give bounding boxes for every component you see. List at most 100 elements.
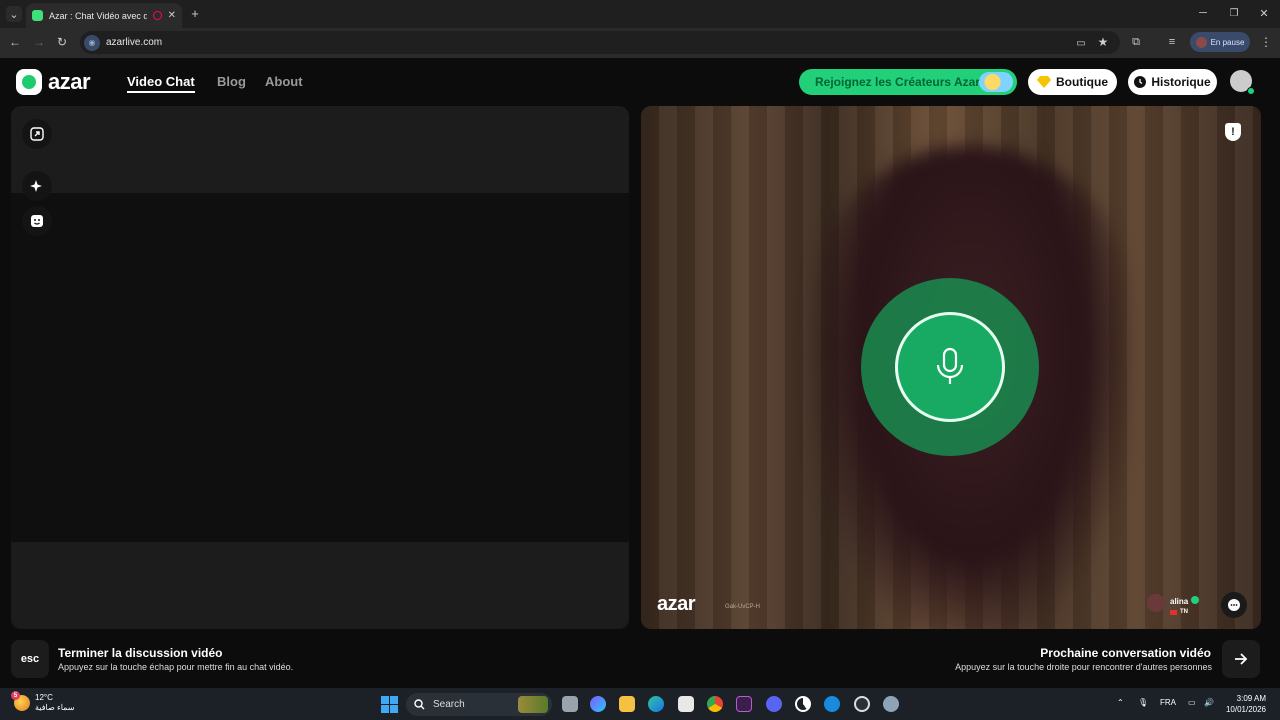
nav-video-chat[interactable]: Video Chat	[127, 74, 195, 93]
taskbar-search[interactable]: Search	[406, 693, 552, 716]
remote-user-chip[interactable]: alina TN	[1147, 591, 1200, 615]
settings-gear-icon[interactable]	[883, 696, 899, 712]
creators-badge-icon	[979, 72, 1013, 92]
esc-key-button[interactable]: esc	[11, 640, 49, 678]
bookmark-star-icon[interactable]: ★	[1096, 35, 1110, 49]
edge-icon[interactable]	[648, 696, 664, 712]
nav-blog[interactable]: Blog	[217, 74, 246, 89]
diamond-icon	[1037, 76, 1051, 88]
new-tab-button[interactable]: +	[188, 6, 202, 21]
user-avatar[interactable]	[1230, 70, 1255, 95]
microphone-icon	[936, 347, 964, 384]
azar-logo-icon	[16, 69, 42, 95]
next-chat-subtitle: Appuyez sur la touche droite pour rencon…	[955, 662, 1212, 672]
remote-user-name: alina	[1170, 597, 1189, 606]
clock-time: 3:09 AM	[1236, 694, 1266, 703]
search-placeholder: Search	[433, 699, 465, 710]
clock-app-icon[interactable]	[795, 696, 811, 712]
remote-user-avatar	[1147, 594, 1165, 612]
mic-indicator	[895, 312, 1005, 422]
chat-bubble-icon	[1228, 599, 1240, 611]
weather-description: سماء صافية	[35, 703, 75, 712]
discord-icon[interactable]	[766, 696, 782, 712]
join-creators-button[interactable]: Rejoignez les Créateurs Azar	[799, 69, 1017, 95]
chrome-icon[interactable]	[707, 696, 723, 712]
report-shield-icon[interactable]: !	[1225, 123, 1241, 141]
shop-button[interactable]: Boutique	[1028, 69, 1117, 95]
volume-icon[interactable]: 🔊	[1204, 698, 1214, 707]
online-status-dot	[1247, 87, 1255, 95]
network-icon[interactable]: ▭	[1188, 698, 1196, 707]
close-tab-icon[interactable]: ✕	[168, 10, 176, 21]
remote-video-panel: ! azar Gak-UvCP-H alina TN	[641, 106, 1261, 629]
azar-favicon-icon	[32, 10, 43, 21]
file-explorer-icon[interactable]	[619, 696, 635, 712]
url-text: azarlive.com	[106, 37, 163, 48]
site-info-icon[interactable]: ◉	[84, 34, 100, 51]
azar-page: azar Video Chat Blog About Rejoignez les…	[0, 58, 1280, 688]
search-icon	[414, 699, 425, 710]
maximize-icon[interactable]: ❐	[1227, 6, 1241, 20]
copilot-icon[interactable]	[590, 696, 606, 712]
browser-toolbar: ← → ↻ ◉ azarlive.com ▭ ★ ⧉ ≡ En pause ⋮	[0, 28, 1280, 58]
reload-icon[interactable]: ↻	[55, 35, 69, 49]
history-label: Historique	[1151, 75, 1211, 89]
browser-app-icon[interactable]	[824, 696, 840, 712]
tray-microphone-icon[interactable]: 🎙	[1138, 698, 1148, 707]
tab-search-icon[interactable]: ⌄	[6, 6, 22, 22]
profile-avatar	[1195, 36, 1207, 48]
verified-badge-icon	[1191, 595, 1200, 604]
task-view-icon[interactable]	[562, 696, 578, 712]
back-icon[interactable]: ←	[8, 35, 22, 49]
self-video-bottom-area	[11, 542, 629, 629]
chat-message-button[interactable]	[1221, 592, 1247, 618]
browser-menu-icon[interactable]: ⋮	[1259, 35, 1273, 49]
system-clock[interactable]: 3:09 AM 10/01/2026	[1222, 693, 1266, 715]
next-chat-title: Prochaine conversation vidéo	[1040, 646, 1211, 660]
close-window-icon[interactable]: ✕	[1257, 6, 1271, 20]
remote-watermark-logo: azar	[657, 593, 696, 615]
end-chat-title: Terminer la discussion vidéo	[58, 646, 223, 660]
minimize-icon[interactable]: ─	[1196, 6, 1210, 20]
clock-icon	[1134, 76, 1147, 88]
next-chat-button[interactable]	[1222, 640, 1260, 678]
clock-date: 10/01/2026	[1225, 705, 1266, 714]
input-language[interactable]: FRA	[1160, 698, 1176, 707]
weather-badge: 5	[11, 691, 20, 700]
address-bar[interactable]: ◉ azarlive.com	[80, 31, 1120, 54]
media-controls-icon[interactable]: ≡	[1165, 35, 1179, 49]
end-chat-subtitle: Appuyez sur la touche échap pour mettre …	[58, 662, 294, 672]
recording-icon	[152, 11, 162, 20]
temperature: 12°C	[35, 693, 53, 702]
logo-text: azar	[48, 69, 91, 94]
remote-user-country: TN	[1180, 609, 1188, 615]
start-button[interactable]	[381, 696, 398, 713]
tab-title: Azar : Chat Vidéo avec de n	[49, 10, 147, 21]
join-creators-label: Rejoignez les Créateurs Azar	[815, 75, 980, 89]
extensions-icon[interactable]: ⧉	[1129, 35, 1143, 49]
store-icon[interactable]	[678, 696, 694, 712]
effects-sparkle-icon[interactable]	[22, 171, 52, 201]
os-taskbar: 5 12°C سماء صافية Search ⌃ 🎙 FRA ▭ 🔊 3:09…	[0, 688, 1280, 720]
expand-icon[interactable]	[22, 119, 52, 149]
profile-status: En pause	[1210, 37, 1245, 47]
history-button[interactable]: Historique	[1128, 69, 1217, 95]
weather-widget[interactable]: 5 12°C سماء صافية	[11, 691, 75, 713]
azar-logo[interactable]: azar	[16, 69, 91, 95]
tray-overflow-icon[interactable]: ⌃	[1117, 698, 1124, 707]
video-editor-icon[interactable]	[736, 696, 752, 712]
browser-tab[interactable]: Azar : Chat Vidéo avec de n ✕	[26, 3, 182, 28]
flag-icon	[1170, 609, 1177, 615]
arrow-right-icon	[1235, 653, 1248, 665]
profile-button[interactable]: En pause	[1190, 32, 1250, 52]
face-filter-icon[interactable]	[22, 206, 52, 236]
nav-about[interactable]: About	[265, 74, 303, 89]
weather-icon: 5	[11, 691, 30, 711]
cast-icon[interactable]: ▭	[1074, 36, 1088, 50]
self-video-panel	[11, 106, 629, 629]
recorder-icon[interactable]	[854, 696, 870, 712]
self-video-top-area	[11, 106, 629, 193]
browser-tab-bar: ⌄ Azar : Chat Vidéo avec de n ✕ + ─ ❐ ✕	[0, 0, 1280, 28]
shop-label: Boutique	[1056, 75, 1108, 89]
forward-icon[interactable]: →	[32, 35, 46, 49]
